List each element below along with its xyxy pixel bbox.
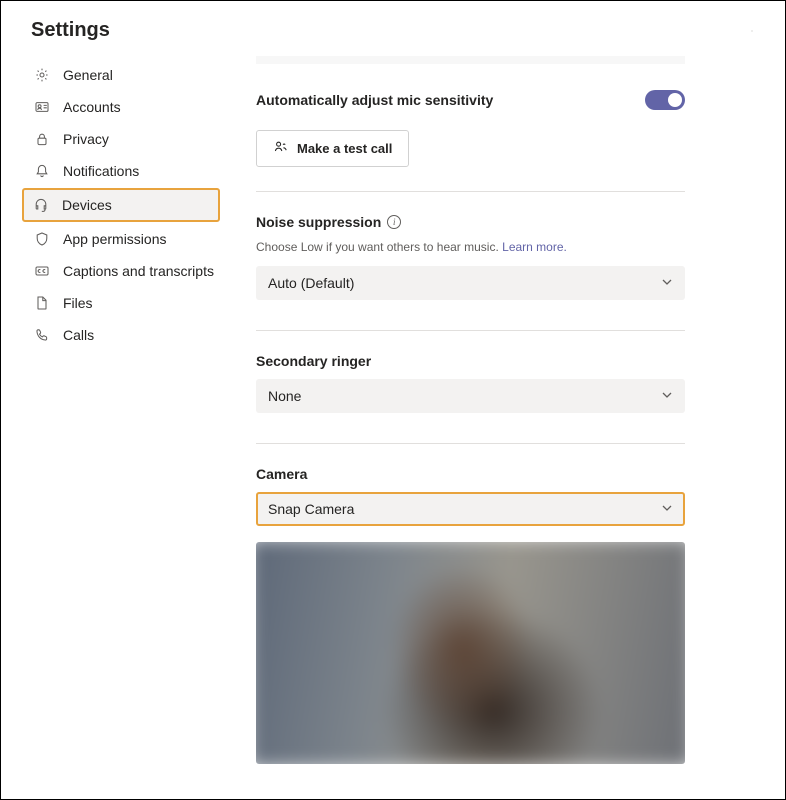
sidebar-item-files[interactable]: Files: [25, 288, 226, 318]
previous-section-stub: [256, 56, 685, 64]
make-test-call-button[interactable]: Make a test call: [256, 130, 409, 167]
camera-preview: [256, 542, 685, 764]
auto-mic-label: Automatically adjust mic sensitivity: [256, 92, 493, 108]
page-title: Settings: [31, 19, 110, 42]
sidebar-item-devices[interactable]: Devices: [22, 188, 220, 222]
sidebar-item-accounts[interactable]: Accounts: [25, 92, 226, 122]
secondary-ringer-title: Secondary ringer: [256, 353, 371, 369]
helper-text: Choose Low if you want others to hear mu…: [256, 240, 499, 254]
lock-icon: [33, 130, 51, 148]
sidebar-item-privacy[interactable]: Privacy: [25, 124, 226, 154]
sidebar-item-label: Privacy: [63, 131, 109, 147]
camera-title: Camera: [256, 466, 307, 482]
sidebar-item-label: Devices: [62, 197, 112, 213]
camera-select[interactable]: Snap Camera: [256, 492, 685, 526]
button-label: Make a test call: [297, 141, 392, 156]
settings-content: Automatically adjust mic sensitivity Mak…: [226, 56, 785, 764]
sidebar-item-label: Calls: [63, 327, 94, 343]
sidebar-item-general[interactable]: General: [25, 60, 226, 90]
sidebar-item-label: Notifications: [63, 163, 139, 179]
auto-mic-toggle[interactable]: [645, 90, 685, 110]
id-card-icon: [33, 98, 51, 116]
sidebar-item-notifications[interactable]: Notifications: [25, 156, 226, 186]
sidebar: General Accounts Privacy Notifications D: [1, 56, 226, 764]
sidebar-item-app-permissions[interactable]: App permissions: [25, 224, 226, 254]
phone-icon: [33, 326, 51, 344]
sidebar-item-label: General: [63, 67, 113, 83]
noise-suppression-title: Noise suppression: [256, 214, 381, 230]
sidebar-item-calls[interactable]: Calls: [25, 320, 226, 350]
sidebar-item-captions[interactable]: Captions and transcripts: [25, 256, 226, 286]
cc-icon: [33, 262, 51, 280]
chevron-down-icon: [661, 275, 673, 291]
sidebar-item-label: App permissions: [63, 231, 167, 247]
select-value: None: [268, 388, 301, 404]
noise-suppression-select[interactable]: Auto (Default): [256, 266, 685, 300]
chevron-down-icon: [661, 501, 673, 517]
learn-more-link[interactable]: Learn more.: [502, 240, 567, 254]
info-icon[interactable]: i: [387, 215, 401, 229]
divider: [256, 443, 685, 444]
shield-icon: [33, 230, 51, 248]
select-value: Auto (Default): [268, 275, 354, 291]
chevron-down-icon: [661, 388, 673, 404]
file-icon: [33, 294, 51, 312]
headset-icon: [32, 196, 50, 214]
person-call-icon: [273, 139, 289, 158]
select-value: Snap Camera: [268, 501, 354, 517]
bell-icon: [33, 162, 51, 180]
sidebar-item-label: Captions and transcripts: [63, 263, 214, 279]
sidebar-item-label: Files: [63, 295, 93, 311]
secondary-ringer-select[interactable]: None: [256, 379, 685, 413]
divider: [256, 191, 685, 192]
sidebar-item-label: Accounts: [63, 99, 121, 115]
divider: [256, 330, 685, 331]
gear-icon: [33, 66, 51, 84]
noise-suppression-helper: Choose Low if you want others to hear mu…: [256, 240, 685, 254]
close-button[interactable]: [743, 22, 761, 40]
